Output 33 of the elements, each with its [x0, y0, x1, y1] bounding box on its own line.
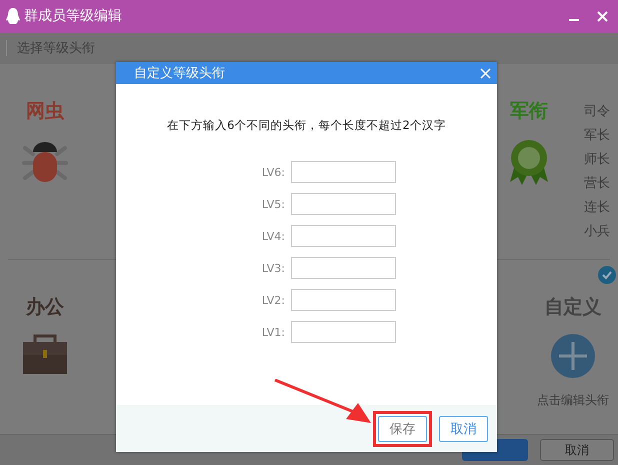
level-label: LV5:: [260, 198, 285, 210]
rank-title: 营长: [584, 175, 610, 194]
level-label: LV3:: [260, 262, 285, 274]
rank-title: 师长: [584, 151, 610, 170]
rank-title: 小兵: [584, 223, 610, 242]
cancel-button[interactable]: 取消: [439, 416, 488, 442]
rank-title: 连长: [584, 199, 610, 218]
level-label: LV1:: [260, 326, 285, 338]
title-input[interactable]: [291, 193, 396, 215]
title-input[interactable]: [291, 289, 396, 311]
dialog-title: 自定义等级头衔: [134, 65, 226, 82]
level-label: LV6:: [260, 166, 285, 178]
window-title: 群成员等级编辑: [24, 7, 123, 26]
edit-titles-link[interactable]: 点击编辑头衔: [537, 392, 609, 410]
category-title: 网虫: [26, 99, 64, 124]
title-input[interactable]: [291, 321, 396, 343]
rank-title: 司令: [584, 103, 610, 122]
save-button[interactable]: 保存: [378, 416, 427, 442]
instruction-text: 在下方输入6个不同的头衔，每个长度不超过2个汉字: [167, 118, 446, 133]
penguin-icon: [6, 8, 20, 25]
cancel-button[interactable]: 取消: [540, 439, 614, 462]
level-label: LV2:: [260, 294, 285, 306]
close-icon[interactable]: [597, 10, 608, 22]
title-input[interactable]: [291, 257, 396, 279]
category-title: 办公: [26, 295, 64, 320]
plus-icon[interactable]: [551, 334, 595, 378]
category-title: 军衔: [510, 99, 548, 124]
briefcase-icon: [23, 334, 67, 374]
title-input[interactable]: [291, 225, 396, 247]
title-input[interactable]: [291, 161, 396, 183]
level-label: LV4:: [260, 230, 285, 242]
rank-title: 军长: [584, 127, 610, 146]
close-icon[interactable]: [480, 68, 491, 78]
